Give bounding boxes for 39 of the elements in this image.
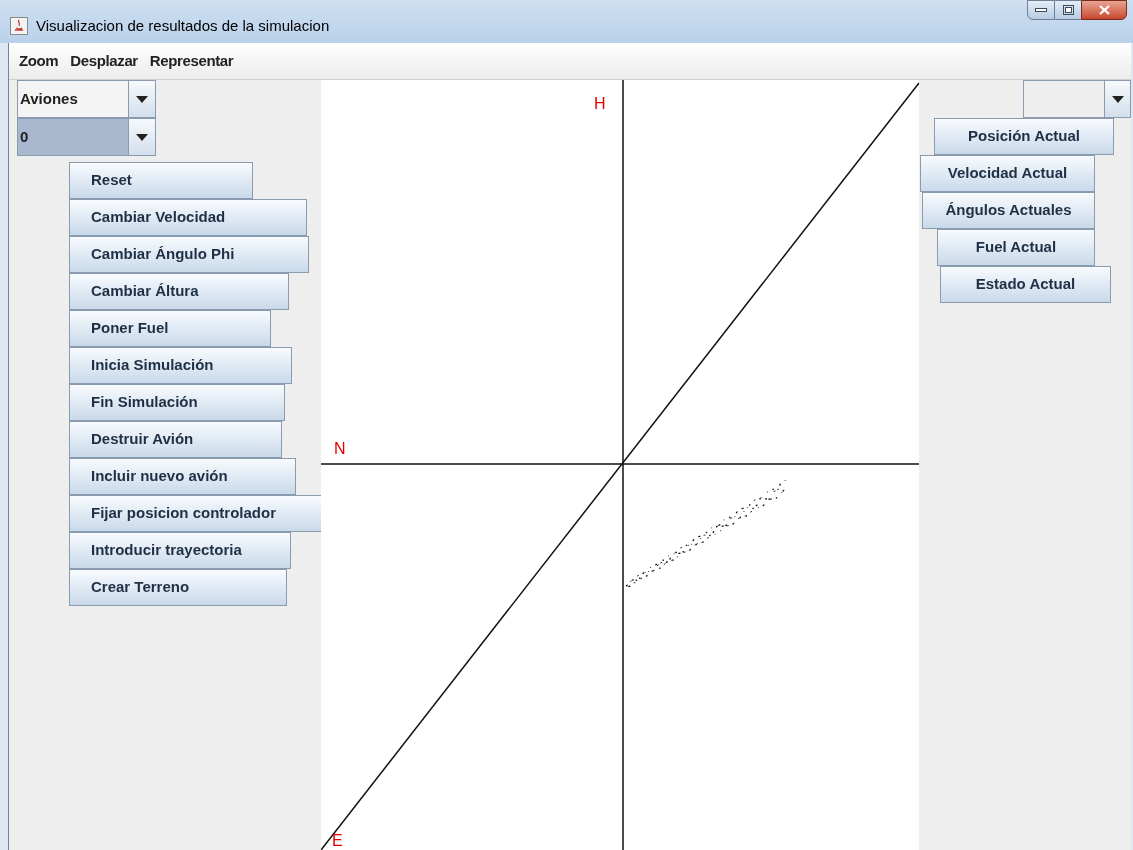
dropdown-value: 0 <box>19 126 30 147</box>
action-button[interactable]: Estado Actual <box>940 266 1111 303</box>
maximize-icon <box>1062 5 1074 15</box>
minimize-button[interactable] <box>1027 0 1055 20</box>
action-button[interactable]: Poner Fuel <box>69 310 271 347</box>
axis-label: N <box>334 439 346 459</box>
dropdown-arrow-icon <box>1111 95 1124 103</box>
close-button[interactable] <box>1081 0 1127 20</box>
action-button[interactable]: Incluir nuevo avión <box>69 458 296 495</box>
menu-item[interactable]: Zoom <box>19 49 59 73</box>
action-button[interactable]: Introducir trayectoria <box>69 532 291 569</box>
action-button[interactable]: Cambiar Velocidad <box>69 199 307 236</box>
close-icon <box>1098 5 1110 15</box>
dropdown-value: Aviones <box>19 88 79 109</box>
action-button[interactable]: Fin Simulación <box>69 384 285 421</box>
axis-label: H <box>594 94 606 114</box>
menu-item[interactable]: Representar <box>149 49 234 73</box>
action-button[interactable]: Reset <box>69 162 253 199</box>
action-button[interactable]: Cambiar Ángulo Phi <box>69 236 309 273</box>
dropdown[interactable]: 0 <box>17 118 156 156</box>
dropdown-arrow-icon <box>136 95 148 103</box>
action-button[interactable]: Fijar posicion controlador <box>69 495 323 532</box>
minimize-icon <box>1035 8 1047 12</box>
action-button[interactable]: Inicia Simulación <box>69 347 292 384</box>
action-button[interactable]: Velocidad Actual <box>920 155 1095 192</box>
maximize-button[interactable] <box>1055 0 1081 20</box>
action-button[interactable]: Destruir Avión <box>69 421 282 458</box>
empty-dropdown[interactable] <box>1023 80 1131 118</box>
dropdown-arrow-icon <box>136 133 148 141</box>
axis-label: E <box>332 831 343 850</box>
action-button[interactable]: Crear Terreno <box>69 569 287 606</box>
window-title: Visualizacion de resultados de la simulacion <box>36 16 330 36</box>
action-button[interactable]: Ángulos Actuales <box>922 192 1095 229</box>
action-button[interactable]: Cambiar Áltura <box>69 273 289 310</box>
action-button[interactable]: Posición Actual <box>934 118 1114 155</box>
action-button[interactable]: Fuel Actual <box>937 229 1095 266</box>
java-app-icon <box>10 17 28 36</box>
menu-item[interactable]: Desplazar <box>70 49 138 73</box>
dropdown[interactable]: Aviones <box>17 80 156 118</box>
